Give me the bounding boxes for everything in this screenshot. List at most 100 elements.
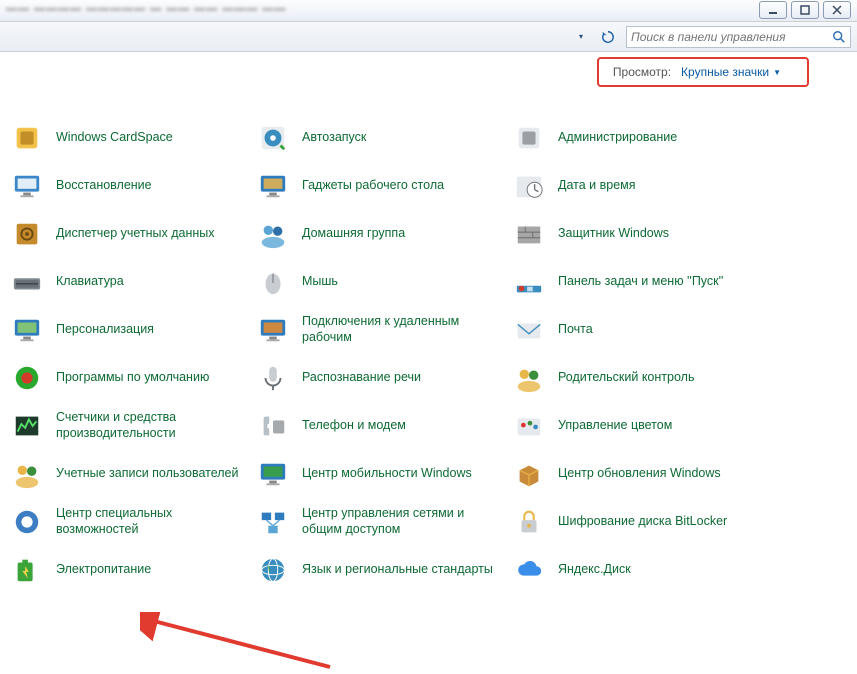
homegroup-icon xyxy=(256,217,290,251)
cp-item-label: Диспетчер учетных данных xyxy=(56,226,215,242)
cp-item-ease-of-access[interactable]: Центр специальных возможностей xyxy=(10,502,250,542)
mobility-center-icon xyxy=(256,457,290,491)
cp-item-label: Windows CardSpace xyxy=(56,130,173,146)
toolbar xyxy=(0,22,857,52)
cp-item-label: Мышь xyxy=(302,274,338,290)
cp-item-perf-counters[interactable]: Счетчики и средства производительности xyxy=(10,406,250,446)
cp-item-label: Учетные записи пользователей xyxy=(56,466,239,482)
bitlocker-icon xyxy=(512,505,546,539)
personalization-icon xyxy=(10,313,44,347)
maximize-button[interactable] xyxy=(791,1,819,19)
color-mgmt-icon xyxy=(512,409,546,443)
desktop-gadgets-icon xyxy=(256,169,290,203)
cp-item-label: Распознавание речи xyxy=(302,370,421,386)
cp-item-label: Электропитание xyxy=(56,562,151,578)
cp-item-label: Восстановление xyxy=(56,178,152,194)
cp-item-remote-desktop[interactable]: Подключения к удаленным рабочим xyxy=(256,310,506,350)
cp-item-label: Центр обновления Windows xyxy=(558,466,721,482)
cp-item-label: Телефон и модем xyxy=(302,418,406,434)
cp-item-taskbar-start[interactable]: Панель задач и меню ''Пуск'' xyxy=(512,262,752,302)
cp-item-cardspace[interactable]: Windows CardSpace xyxy=(10,118,250,158)
cp-item-label: Язык и региональные стандарты xyxy=(302,562,493,578)
cp-item-homegroup[interactable]: Домашняя группа xyxy=(256,214,506,254)
cp-item-autorun[interactable]: Автозапуск xyxy=(256,118,506,158)
cp-item-label: Панель задач и меню ''Пуск'' xyxy=(558,274,723,290)
view-by-value: Крупные значки xyxy=(681,65,769,79)
cp-item-label: Центр управления сетями и общим доступом xyxy=(302,506,506,537)
cp-item-windows-update[interactable]: Центр обновления Windows xyxy=(512,454,752,494)
cp-item-color-mgmt[interactable]: Управление цветом xyxy=(512,406,752,446)
cp-item-phone-modem[interactable]: Телефон и модем xyxy=(256,406,506,446)
yandex-disk-icon xyxy=(512,553,546,587)
cp-item-speech[interactable]: Распознавание речи xyxy=(256,358,506,398)
cp-item-keyboard[interactable]: Клавиатура xyxy=(10,262,250,302)
cardspace-icon xyxy=(10,121,44,155)
cp-item-parental[interactable]: Родительский контроль xyxy=(512,358,752,398)
date-time-icon xyxy=(512,169,546,203)
cp-item-user-accounts[interactable]: Учетные записи пользователей xyxy=(10,454,250,494)
keyboard-icon xyxy=(10,265,44,299)
cp-item-date-time[interactable]: Дата и время xyxy=(512,166,752,206)
view-by-dropdown[interactable]: Крупные значки ▼ xyxy=(681,65,781,79)
cp-item-label: Администрирование xyxy=(558,130,677,146)
mouse-icon xyxy=(256,265,290,299)
minimize-button[interactable] xyxy=(759,1,787,19)
cp-item-bitlocker[interactable]: Шифрование диска BitLocker xyxy=(512,502,752,542)
cp-item-label: Шифрование диска BitLocker xyxy=(558,514,727,530)
speech-icon xyxy=(256,361,290,395)
cp-item-label: Центр мобильности Windows xyxy=(302,466,472,482)
search-box[interactable] xyxy=(626,26,851,48)
cp-item-mail[interactable]: Почта xyxy=(512,310,752,350)
cp-item-credential-mgr[interactable]: Диспетчер учетных данных xyxy=(10,214,250,254)
credential-mgr-icon xyxy=(10,217,44,251)
defender-icon xyxy=(512,217,546,251)
annotation-arrow xyxy=(140,612,340,672)
cp-item-network-sharing[interactable]: Центр управления сетями и общим доступом xyxy=(256,502,506,542)
toolbar-dropdown-button[interactable] xyxy=(570,26,590,48)
cp-item-label: Центр специальных возможностей xyxy=(56,506,250,537)
cp-item-label: Счетчики и средства производительности xyxy=(56,410,250,441)
cp-item-defender[interactable]: Защитник Windows xyxy=(512,214,752,254)
cp-item-label: Дата и время xyxy=(558,178,636,194)
cp-item-desktop-gadgets[interactable]: Гаджеты рабочего стола xyxy=(256,166,506,206)
cp-item-yandex-disk[interactable]: Яндекс.Диск xyxy=(512,550,752,590)
search-input[interactable] xyxy=(631,30,832,44)
cp-item-mobility-center[interactable]: Центр мобильности Windows xyxy=(256,454,506,494)
cp-item-label: Персонализация xyxy=(56,322,154,338)
refresh-button[interactable] xyxy=(594,26,622,48)
cp-item-label: Программы по умолчанию xyxy=(56,370,209,386)
cp-item-label: Управление цветом xyxy=(558,418,672,434)
cp-item-region-language[interactable]: Язык и региональные стандарты xyxy=(256,550,506,590)
cp-item-label: Домашняя группа xyxy=(302,226,405,242)
network-sharing-icon xyxy=(256,505,290,539)
remote-desktop-icon xyxy=(256,313,290,347)
search-icon[interactable] xyxy=(832,30,846,44)
power-options-icon xyxy=(10,553,44,587)
cp-item-label: Гаджеты рабочего стола xyxy=(302,178,444,194)
phone-modem-icon xyxy=(256,409,290,443)
cp-item-power-options[interactable]: Электропитание xyxy=(10,550,250,590)
view-by-highlight: Просмотр: Крупные значки ▼ xyxy=(597,57,809,87)
perf-counters-icon xyxy=(10,409,44,443)
chevron-down-icon: ▼ xyxy=(773,68,781,77)
recovery-icon xyxy=(10,169,44,203)
title-blur: ▬▬ ▬▬▬▬ ▬▬▬▬▬ ▬ ▬▬ ▬▬ ▬▬▬ ▬▬ xyxy=(6,2,286,14)
admin-tools-icon xyxy=(512,121,546,155)
user-accounts-icon xyxy=(10,457,44,491)
ease-of-access-icon xyxy=(10,505,44,539)
cp-item-label: Защитник Windows xyxy=(558,226,669,242)
region-language-icon xyxy=(256,553,290,587)
cp-item-recovery[interactable]: Восстановление xyxy=(10,166,250,206)
cp-item-label: Автозапуск xyxy=(302,130,366,146)
parental-icon xyxy=(512,361,546,395)
view-bar: Просмотр: Крупные значки ▼ xyxy=(0,52,857,92)
titlebar: ▬▬ ▬▬▬▬ ▬▬▬▬▬ ▬ ▬▬ ▬▬ ▬▬▬ ▬▬ xyxy=(0,0,857,22)
taskbar-start-icon xyxy=(512,265,546,299)
cp-item-personalization[interactable]: Персонализация xyxy=(10,310,250,350)
default-programs-icon xyxy=(10,361,44,395)
view-by-label: Просмотр: xyxy=(613,65,671,79)
close-button[interactable] xyxy=(823,1,851,19)
cp-item-admin-tools[interactable]: Администрирование xyxy=(512,118,752,158)
cp-item-default-programs[interactable]: Программы по умолчанию xyxy=(10,358,250,398)
cp-item-mouse[interactable]: Мышь xyxy=(256,262,506,302)
